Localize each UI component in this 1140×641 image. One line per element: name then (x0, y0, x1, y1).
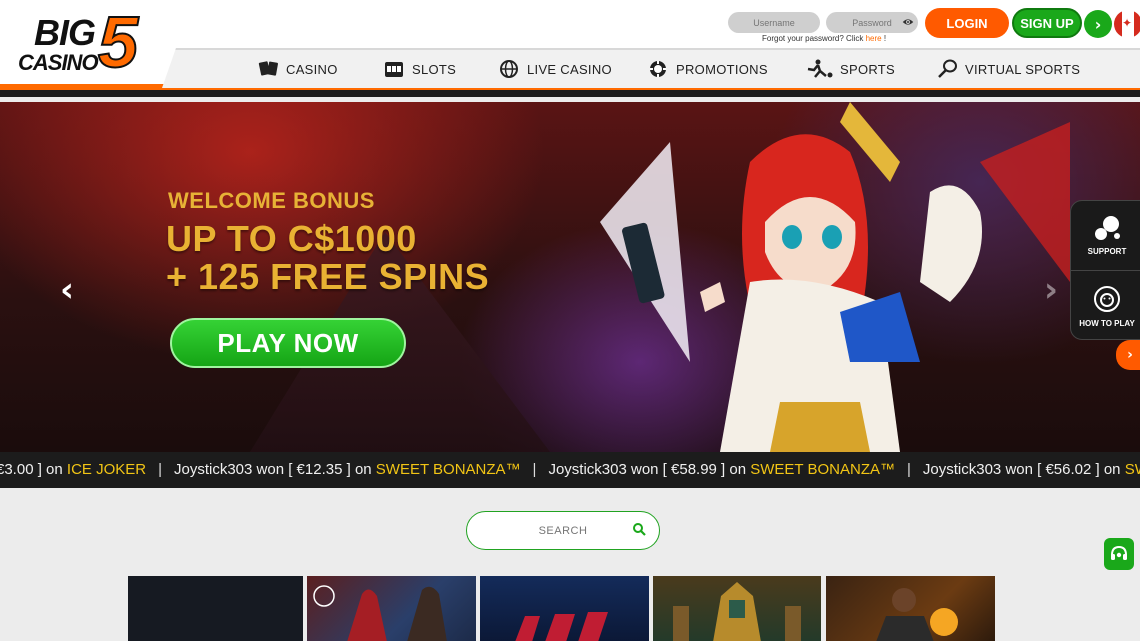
game-thumbnail[interactable] (480, 576, 649, 641)
login-button[interactable]: LOGIN (925, 8, 1009, 38)
forgot-suffix: ! (881, 34, 887, 43)
forgot-password-link[interactable]: here (866, 34, 882, 43)
reel-title-artwork (515, 612, 608, 641)
site-header: BIG 5 CASINO Forgot your password? Click… (0, 0, 1140, 88)
side-widget: SUPPORT HOW TO PLAY (1070, 200, 1140, 340)
logo-big: BIG (34, 12, 96, 53)
fighter-artwork (876, 588, 958, 641)
support-button[interactable]: SUPPORT (1071, 201, 1140, 271)
canada-flag-icon[interactable]: ✦ (1114, 10, 1140, 38)
ticker-entry: Joystick303 won [ €56.02 ] on SWEET BONA… (923, 461, 1140, 478)
how-to-play-button[interactable]: HOW TO PLAY (1071, 271, 1140, 341)
globe-icon (500, 60, 518, 78)
nav-label: CASINO (286, 61, 338, 77)
ticker-game-link[interactable]: SWEET BONANZA™ (1125, 461, 1140, 478)
ticker-text: Joystick303 won [ €12.35 ] on (174, 461, 376, 478)
pharaoh-artwork (673, 582, 801, 641)
ticker-entry: €3.00 ] on ICE JOKER (0, 461, 146, 478)
hero-banner[interactable]: WELCOME BONUS UP TO C$1000 + 125 FREE SP… (0, 102, 1140, 452)
big5-casino-logo[interactable]: BIG 5 CASINO (16, 2, 148, 84)
chip-icon (650, 61, 666, 77)
racket-icon (938, 59, 957, 78)
side-expand-button[interactable]: › (1116, 340, 1140, 370)
nav-label: SPORTS (840, 61, 896, 77)
nav-label: PROMOTIONS (676, 61, 768, 77)
nav-item-promotions[interactable]: PROMOTIONS (648, 58, 768, 80)
forgot-password-text: Forgot your password? Click here ! (762, 34, 886, 43)
chat-bubbles-icon (1095, 216, 1120, 240)
nav-item-sports[interactable]: SPORTS (804, 58, 895, 80)
banner-bonus-amount: UP TO C$1000 (166, 218, 417, 259)
nav-label: LIVE CASINO (527, 61, 612, 77)
show-password-icon[interactable] (902, 16, 914, 28)
slot-machine-icon (385, 62, 403, 77)
ticker-game-link[interactable]: ICE JOKER (67, 461, 146, 478)
nav-item-casino[interactable]: CASINO (258, 58, 338, 80)
nav-label: SLOTS (412, 61, 457, 77)
signup-button[interactable]: SIGN UP (1012, 8, 1082, 38)
maple-leaf-icon: ✦ (1122, 16, 1133, 30)
headset-icon (1111, 545, 1127, 560)
game-thumbnail[interactable] (826, 576, 995, 641)
banner-free-spins: + 125 FREE SPINS (166, 256, 490, 297)
game-thumbnail[interactable] (128, 576, 303, 641)
search-input[interactable] (466, 511, 660, 550)
carousel-next-icon[interactable]: › (1044, 270, 1058, 310)
nav-item-live-casino[interactable]: LIVE CASINO (499, 58, 612, 80)
game-thumbnail[interactable] (307, 576, 476, 641)
header-divider (0, 88, 1140, 97)
ticker-text: €3.00 ] on (0, 461, 67, 478)
ticker-separator: | (907, 461, 911, 478)
soccer-player-icon (807, 59, 833, 78)
nav-item-virtual-sports[interactable]: VIRTUAL SPORTS (937, 58, 1080, 80)
live-chat-button[interactable] (1104, 538, 1134, 570)
play-now-button[interactable]: PLAY NOW (170, 318, 406, 368)
ticker-separator: | (532, 461, 537, 478)
main-nav: CASINO SLOTS LIVE CASINO PROMOTIONS SPOR… (162, 48, 1140, 88)
ticker-track: €3.00 ] on ICE JOKER | Joystick303 won [ €… (0, 461, 1140, 478)
ticker-game-link[interactable]: SWEET BONANZA™ (376, 461, 521, 478)
ticker-separator: | (158, 461, 162, 478)
how-to-play-label: HOW TO PLAY (1079, 318, 1135, 328)
carousel-prev-icon[interactable]: ‹ (60, 270, 74, 310)
nav-item-slots[interactable]: SLOTS (384, 58, 456, 80)
support-label: SUPPORT (1087, 247, 1127, 256)
forgot-text: Forgot your password? Click (762, 34, 864, 43)
ticker-entry: Joystick303 won [ €58.99 ] on SWEET BONA… (548, 461, 895, 478)
header-arrow-button[interactable]: › (1084, 10, 1112, 38)
lion-head-icon (1094, 285, 1120, 312)
cards-icon (258, 61, 278, 76)
ticker-text: Joystick303 won [ €58.99 ] on (548, 461, 751, 478)
logo-five: 5 (97, 2, 139, 84)
username-input[interactable] (728, 12, 820, 33)
ticker-entry: Joystick303 won [ €12.35 ] on SWEET BONA… (174, 461, 521, 478)
ticker-game-link[interactable]: SWEET BONANZA™ (750, 461, 895, 478)
logo-casino: CASINO (18, 50, 99, 75)
search-icon[interactable] (632, 522, 646, 536)
anime-character-illustration (600, 102, 1070, 452)
nav-label: VIRTUAL SPORTS (965, 61, 1081, 77)
banner-title: WELCOME BONUS (168, 188, 375, 213)
warriors-artwork (313, 585, 447, 641)
game-thumbnail[interactable] (653, 576, 821, 641)
winners-ticker: €3.00 ] on ICE JOKER | Joystick303 won [ €… (0, 452, 1140, 488)
ticker-text: Joystick303 won [ €56.02 ] on (922, 461, 1125, 478)
